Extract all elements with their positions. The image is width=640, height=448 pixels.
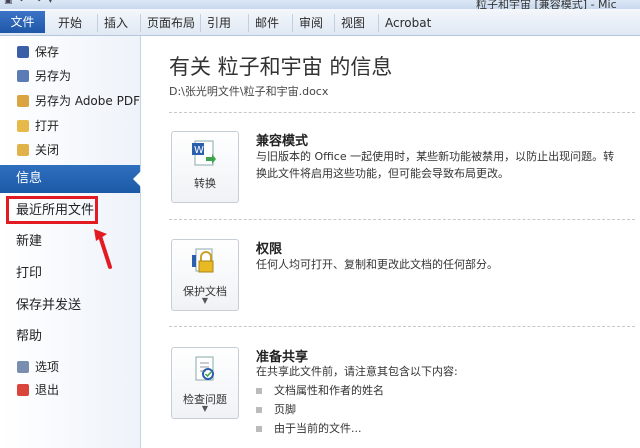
ribbon-tabs: 文件 开始 插入 页面布局 引用 邮件 审阅 视图 Acrobat xyxy=(0,9,640,36)
compat-heading: 兼容模式 xyxy=(256,134,309,149)
bullet-icon xyxy=(256,407,262,413)
quick-access-toolbar[interactable]: ▣ ↶ ↷ ▾ xyxy=(4,0,55,6)
section-divider xyxy=(169,326,635,327)
nav-save-as-label: 另存为 xyxy=(35,69,72,83)
word-convert-icon: W xyxy=(192,140,216,166)
bullet-icon xyxy=(256,388,262,394)
nav-close-label: 关闭 xyxy=(35,143,60,157)
chevron-down-icon: ▼ xyxy=(201,296,209,305)
bullet-icon xyxy=(256,426,262,432)
nav-exit[interactable]: 退出 xyxy=(0,379,140,401)
nav-options-label: 选项 xyxy=(35,360,60,374)
options-icon xyxy=(17,361,29,373)
nav-save-as-pdf[interactable]: 另存为 Adobe PDF xyxy=(0,90,140,112)
nav-close[interactable]: 关闭 xyxy=(0,139,140,161)
tab-view[interactable]: 视图 xyxy=(334,14,365,32)
svg-text:W: W xyxy=(194,145,204,156)
nav-help[interactable]: 帮助 xyxy=(0,323,140,351)
tab-insert[interactable]: 插入 xyxy=(97,14,128,32)
annotation-highlight-box xyxy=(6,196,98,224)
folder-open-icon xyxy=(17,120,29,132)
convert-button[interactable]: W 转换 xyxy=(171,131,239,203)
compat-desc-line2: 换此文件将启用这些功能，但可能会导致布局更改。 xyxy=(256,167,509,180)
list-item-text: 文档属性和作者的姓名 xyxy=(274,384,384,397)
lock-icon xyxy=(192,248,214,273)
list-item: 由于当前的文件... xyxy=(256,420,362,436)
nav-save-label: 保存 xyxy=(35,45,60,59)
compat-desc-line1: 与旧版本的 Office 一起使用时，某些新功能被禁用，以防止出现问题。转 xyxy=(256,150,615,163)
nav-save-as-pdf-label: 另存为 Adobe PDF xyxy=(35,94,140,108)
info-panel: 有关 粒子和宇宙 的信息 D:\张光明文件\粒子和宇宙.docx W 转换 兼容… xyxy=(141,36,640,448)
section-divider xyxy=(169,219,635,220)
chevron-down-icon: ▼ xyxy=(201,404,209,413)
window-title: 粒子和宇宙 [兼容模式] - Mic xyxy=(476,0,617,9)
sharing-desc: 在共享此文件前，请注意其包含以下内容: xyxy=(256,365,458,378)
nav-save[interactable]: 保存 xyxy=(0,41,140,63)
nav-open[interactable]: 打开 xyxy=(0,115,140,137)
tab-mailings[interactable]: 邮件 xyxy=(248,14,279,32)
nav-options[interactable]: 选项 xyxy=(0,356,140,378)
nav-save-send[interactable]: 保存并发送 xyxy=(0,292,140,320)
tab-home[interactable]: 开始 xyxy=(58,14,82,32)
save-icon xyxy=(17,46,29,58)
tab-references[interactable]: 引用 xyxy=(200,14,231,32)
pdf-icon xyxy=(17,95,29,107)
list-item: 文档属性和作者的姓名 xyxy=(256,382,384,398)
document-path: D:\张光明文件\粒子和宇宙.docx xyxy=(169,85,329,98)
list-item-text: 页脚 xyxy=(274,403,296,416)
permissions-heading: 权限 xyxy=(256,242,283,257)
nav-exit-label: 退出 xyxy=(35,383,60,397)
convert-button-label: 转换 xyxy=(194,177,216,190)
protect-document-button[interactable]: 保护文档 ▼ xyxy=(171,239,239,311)
nav-info[interactable]: 信息 xyxy=(0,165,141,193)
tab-page-layout[interactable]: 页面布局 xyxy=(140,14,195,32)
page-title: 有关 粒子和宇宙 的信息 xyxy=(169,55,393,79)
inspect-document-icon xyxy=(195,356,214,381)
nav-open-label: 打开 xyxy=(35,119,60,133)
exit-icon xyxy=(17,384,29,396)
title-bar: ▣ ↶ ↷ ▾ 粒子和宇宙 [兼容模式] - Mic xyxy=(0,0,640,9)
check-issues-button[interactable]: 检查问题 ▼ xyxy=(171,347,239,419)
list-item-text: 由于当前的文件... xyxy=(274,422,362,435)
save-as-icon xyxy=(17,70,29,82)
tab-acrobat[interactable]: Acrobat xyxy=(378,14,431,32)
nav-save-as[interactable]: 另存为 xyxy=(0,65,140,87)
tab-file[interactable]: 文件 xyxy=(0,11,45,33)
annotation-arrow-icon xyxy=(94,229,112,269)
permissions-desc: 任何人均可打开、复制和更改此文档的任何部分。 xyxy=(256,258,498,271)
list-item: 页脚 xyxy=(256,401,296,417)
section-divider xyxy=(169,112,635,113)
folder-close-icon xyxy=(17,144,29,156)
tab-review[interactable]: 审阅 xyxy=(292,14,323,32)
